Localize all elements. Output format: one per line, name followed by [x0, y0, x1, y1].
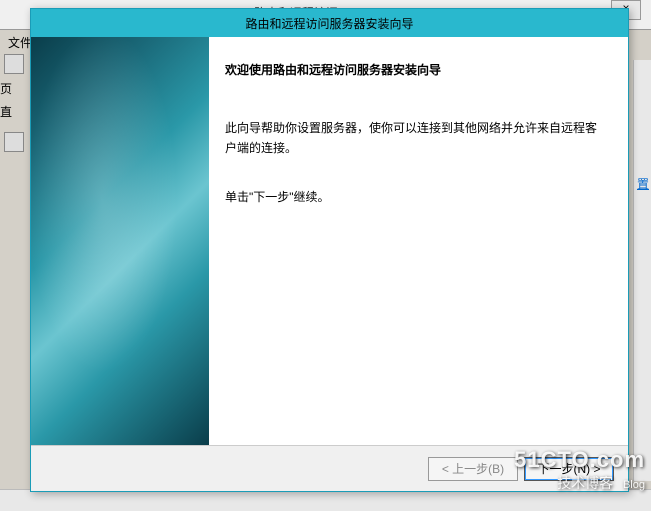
wizard-titlebar[interactable]: 路由和远程访问服务器安装向导 — [31, 9, 628, 37]
right-link[interactable]: 置 — [637, 175, 649, 192]
wizard-dialog: 路由和远程访问服务器安装向导 欢迎使用路由和远程访问服务器安装向导 此向导帮助你… — [30, 8, 629, 492]
toolbar-back-icon[interactable] — [4, 54, 24, 74]
wizard-content: 欢迎使用路由和远程访问服务器安装向导 此向导帮助你设置服务器，使你可以连接到其他… — [209, 37, 628, 445]
back-button: < 上一步(B) — [428, 457, 518, 481]
tree-icon[interactable] — [4, 132, 24, 152]
parent-side-text: 页 直 — [0, 80, 30, 156]
next-button[interactable]: 下一步(N) > — [524, 457, 614, 481]
wizard-title: 路由和远程访问服务器安装向导 — [245, 15, 413, 32]
wizard-side-graphic — [31, 37, 209, 445]
wizard-body-text-2: 单击"下一步"继续。 — [225, 187, 606, 207]
side-char-1: 页 — [0, 80, 30, 97]
side-char-2: 直 — [0, 103, 30, 120]
wizard-footer: < 上一步(B) 下一步(N) > — [31, 445, 628, 491]
wizard-body-text-1: 此向导帮助你设置服务器，使你可以连接到其他网络并允许来自远程客户端的连接。 — [225, 118, 606, 159]
parent-scrollbar[interactable] — [633, 60, 651, 481]
wizard-body: 欢迎使用路由和远程访问服务器安装向导 此向导帮助你设置服务器，使你可以连接到其他… — [31, 37, 628, 445]
wizard-heading: 欢迎使用路由和远程访问服务器安装向导 — [225, 61, 606, 78]
parent-statusbar — [0, 489, 651, 511]
